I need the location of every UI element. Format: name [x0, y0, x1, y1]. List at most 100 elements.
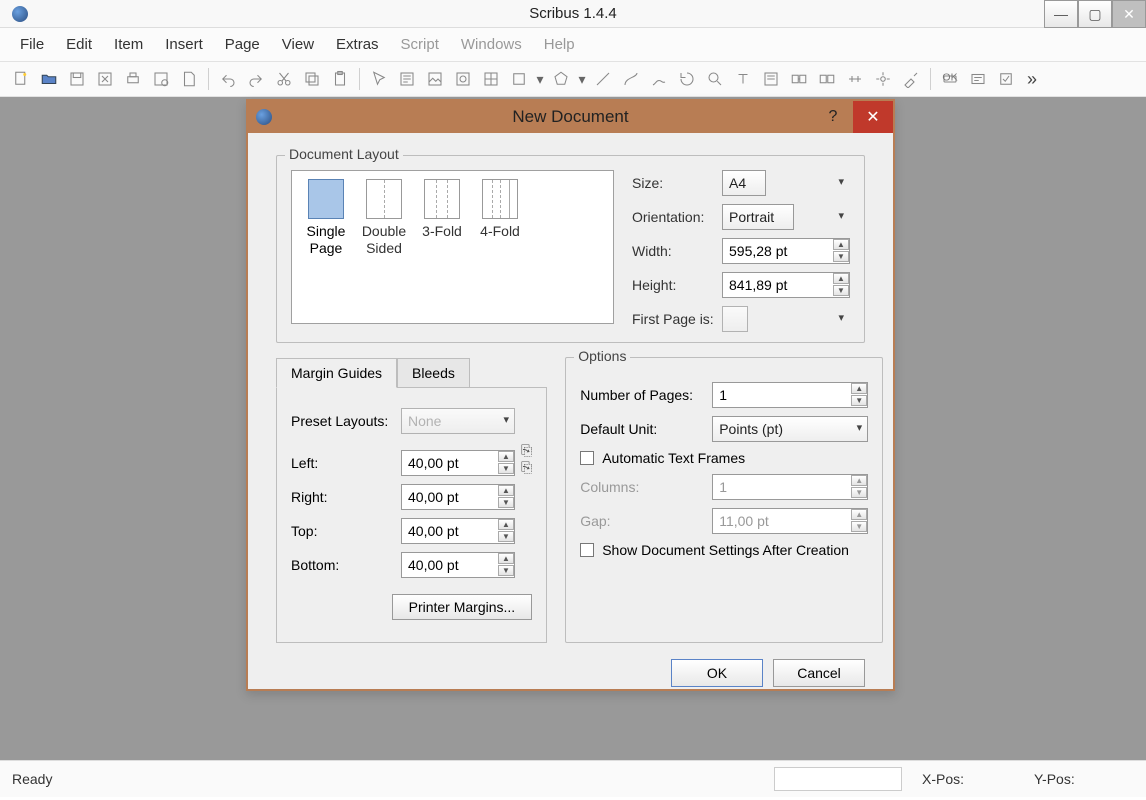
printer-margins-button[interactable]: Printer Margins...	[392, 594, 533, 620]
status-ready: Ready	[12, 771, 52, 787]
margin-tabs: Margin Guides Bleeds	[276, 357, 547, 387]
menu-view[interactable]: View	[272, 32, 324, 57]
menu-page[interactable]: Page	[215, 32, 270, 57]
layout-list[interactable]: Single Page Double Sided 3-Fold 4-Fold	[291, 170, 614, 324]
shape-dropdown-icon[interactable]: ▾	[534, 66, 546, 92]
height-down[interactable]: ▼	[833, 285, 849, 296]
export-pdf-icon[interactable]	[176, 66, 202, 92]
layout-3-fold[interactable]: 3-Fold	[414, 177, 470, 240]
cut-icon[interactable]	[271, 66, 297, 92]
image-frame-icon[interactable]	[422, 66, 448, 92]
rotate-icon[interactable]	[674, 66, 700, 92]
layout-4-fold[interactable]: 4-Fold	[472, 177, 528, 240]
left-label: Left:	[291, 455, 391, 471]
measurements-icon[interactable]	[842, 66, 868, 92]
layout-single-page[interactable]: Single Page	[298, 177, 354, 257]
width-input[interactable]	[722, 238, 850, 264]
dialog-title: New Document	[512, 107, 628, 127]
menu-file[interactable]: File	[10, 32, 54, 57]
show-settings-checkbox[interactable]: Show Document Settings After Creation	[580, 542, 868, 558]
close-doc-icon[interactable]	[92, 66, 118, 92]
menu-item[interactable]: Item	[104, 32, 153, 57]
firstpage-label: First Page is:	[632, 311, 716, 327]
shape-icon[interactable]	[506, 66, 532, 92]
ok-button[interactable]: OK	[671, 659, 763, 687]
pdf-checkbox-icon[interactable]	[993, 66, 1019, 92]
copy-props-icon[interactable]	[870, 66, 896, 92]
menu-windows[interactable]: Windows	[451, 32, 532, 57]
titlebar: Scribus 1.4.4 — ▢ ✕	[0, 0, 1146, 28]
eyedropper-icon[interactable]	[898, 66, 924, 92]
line-icon[interactable]	[590, 66, 616, 92]
status-field[interactable]	[774, 767, 902, 791]
size-select[interactable]: A4	[722, 170, 766, 196]
columns-label: Columns:	[580, 479, 702, 495]
pdf-textfield-icon[interactable]	[965, 66, 991, 92]
margin-tab-body: Preset Layouts: None Left:▲▼ Right:▲▼ To…	[276, 387, 547, 643]
open-icon[interactable]	[36, 66, 62, 92]
pdf-button-icon[interactable]: OK	[937, 66, 963, 92]
story-editor-icon[interactable]	[758, 66, 784, 92]
zoom-icon[interactable]	[702, 66, 728, 92]
statusbar: Ready X-Pos: Y-Pos:	[0, 760, 1146, 797]
edit-text-icon[interactable]	[730, 66, 756, 92]
text-frame-icon[interactable]	[394, 66, 420, 92]
top-label: Top:	[291, 523, 391, 539]
copy-icon[interactable]	[299, 66, 325, 92]
new-document-dialog: New Document ? ✕ Document Layout Single …	[246, 99, 895, 691]
dialog-help-button[interactable]: ?	[813, 101, 853, 133]
right-label: Right:	[291, 489, 391, 505]
unlink-frames-icon[interactable]	[814, 66, 840, 92]
menu-extras[interactable]: Extras	[326, 32, 389, 57]
options-group: Options Number of Pages:▲▼ Default Unit:…	[565, 357, 883, 643]
width-down[interactable]: ▼	[833, 251, 849, 262]
cancel-button[interactable]: Cancel	[773, 659, 865, 687]
height-input[interactable]	[722, 272, 850, 298]
redo-icon[interactable]	[243, 66, 269, 92]
preset-select: None	[401, 408, 515, 434]
freehand-icon[interactable]	[646, 66, 672, 92]
height-up[interactable]: ▲	[833, 273, 849, 284]
tab-margin-guides[interactable]: Margin Guides	[276, 358, 397, 388]
gap-input	[712, 508, 868, 534]
numpages-input[interactable]	[712, 382, 868, 408]
maximize-button[interactable]: ▢	[1078, 0, 1112, 28]
tab-bleeds[interactable]: Bleeds	[397, 358, 470, 388]
print-icon[interactable]	[120, 66, 146, 92]
link-frames-icon[interactable]	[786, 66, 812, 92]
window-controls: — ▢ ✕	[1044, 0, 1146, 28]
preflight-icon[interactable]	[148, 66, 174, 92]
options-legend: Options	[574, 348, 630, 364]
unit-select[interactable]: Points (pt)	[712, 416, 868, 442]
preset-label: Preset Layouts:	[291, 413, 391, 429]
svg-text:OK: OK	[942, 72, 957, 84]
size-label: Size:	[632, 175, 716, 191]
orientation-select[interactable]: Portrait	[722, 204, 794, 230]
menu-insert[interactable]: Insert	[155, 32, 213, 57]
minimize-button[interactable]: —	[1044, 0, 1078, 28]
auto-text-frames-checkbox[interactable]: Automatic Text Frames	[580, 450, 868, 466]
new-icon[interactable]	[8, 66, 34, 92]
layout-double-sided[interactable]: Double Sided	[356, 177, 412, 257]
close-button[interactable]: ✕	[1112, 0, 1146, 28]
width-label: Width:	[632, 243, 716, 259]
paste-icon[interactable]	[327, 66, 353, 92]
orientation-label: Orientation:	[632, 209, 716, 225]
save-icon[interactable]	[64, 66, 90, 92]
bezier-icon[interactable]	[618, 66, 644, 92]
toolbar-overflow-icon[interactable]: »	[1027, 69, 1037, 90]
render-frame-icon[interactable]	[450, 66, 476, 92]
table-icon[interactable]	[478, 66, 504, 92]
undo-icon[interactable]	[215, 66, 241, 92]
dialog-close-button[interactable]: ✕	[853, 101, 893, 133]
numpages-label: Number of Pages:	[580, 387, 702, 403]
menu-edit[interactable]: Edit	[56, 32, 102, 57]
polygon-icon[interactable]	[548, 66, 574, 92]
menu-script[interactable]: Script	[391, 32, 449, 57]
width-up[interactable]: ▲	[833, 239, 849, 250]
select-icon[interactable]	[366, 66, 392, 92]
polygon-dropdown-icon[interactable]: ▾	[576, 66, 588, 92]
unit-label: Default Unit:	[580, 421, 702, 437]
margin-link-icons[interactable]: ⎘⎘	[521, 442, 532, 586]
menu-help[interactable]: Help	[534, 32, 585, 57]
